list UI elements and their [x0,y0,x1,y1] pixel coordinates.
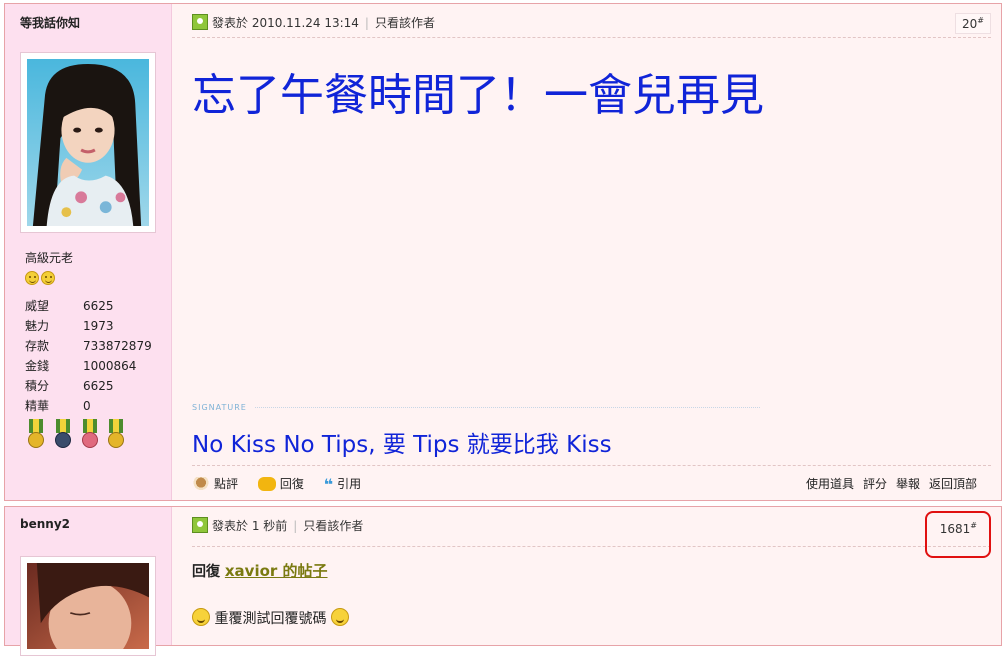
online-status-icon [192,517,208,533]
back-to-top-link[interactable]: 返回頂部 [929,477,977,491]
post-message: 忘了午餐時間了！一會兒再見 [192,70,764,121]
stat-label: 積分 [25,379,50,393]
smiley-icon [330,608,349,626]
stat-value: 1000864 [83,359,137,373]
stat-row: 精華 0 [25,396,165,416]
post-actions: 點評 回復 ❝ 引用 [192,475,377,494]
stat-value: 733872879 [83,339,152,353]
avatar-photo [27,59,149,226]
separator: | [293,519,298,533]
medal-icon[interactable] [105,419,127,451]
post-date: 發表於 2010.11.24 13:14 [212,16,359,30]
report-link[interactable]: 舉報 [896,477,920,491]
stat-label: 金錢 [25,359,50,373]
signature-divider [255,407,760,408]
use-item-link[interactable]: 使用道具 [806,477,854,491]
floor-highlight-annotation [925,511,991,558]
medal-icon[interactable] [79,419,101,451]
stat-row: 積分 6625 [25,376,165,396]
author-sidebar: 等我話你知 高級元老 威望 6625 魅力 1973 存款 733872879 … [5,4,172,500]
post-date: 發表於 1 秒前 [212,519,288,533]
stat-label: 存款 [25,339,50,353]
post-message: 重覆測試回覆號碼 [192,608,349,628]
smiley-icon [25,271,39,285]
avatar[interactable] [20,556,156,656]
rate-comment-label: 點評 [214,477,239,491]
divider [192,37,991,38]
signature-text: No Kiss No Tips, 要 Tips 就要比我 Kiss [192,432,612,458]
medal-icon[interactable] [25,419,47,451]
signature-label: SIGNATURE [192,403,247,412]
user-rank: 高級元老 [25,251,74,265]
divider [192,546,991,547]
reply-button[interactable]: 回復 [257,477,304,491]
online-status-icon [192,14,208,30]
divider [192,465,991,466]
user-stats: 威望 6625 魅力 1973 存款 733872879 金錢 1000864 積分 66… [25,296,165,416]
quote-button[interactable]: ❝ 引用 [323,475,362,494]
only-author-link[interactable]: 只看該作者 [303,519,363,533]
post-message-text: 重覆測試回覆號碼 [214,611,327,627]
rate-comment-button[interactable]: 點評 [192,477,238,491]
post-1681: benny2 發表於 1 秒前 | 只看該作者 1681# 回復 xavior … [4,506,1002,656]
stat-label: 威望 [25,299,50,313]
stat-value: 6625 [83,379,114,393]
reply-prefix: 回復 [192,564,220,580]
medal-icon[interactable] [52,419,74,451]
stat-row: 魅力 1973 [25,316,165,336]
rate-link[interactable]: 評分 [863,477,887,491]
post-tools: 使用道具 評分 舉報 返回頂部 [797,475,977,492]
quote-icon: ❝ [323,475,334,494]
stat-row: 威望 6625 [25,296,165,316]
reply-target-link[interactable]: xavior 的帖子 [225,562,328,580]
smiley-icon [41,271,55,285]
only-author-link[interactable]: 只看該作者 [375,16,435,30]
stat-value: 1973 [83,319,114,333]
separator: | [364,16,369,30]
rank-stars [25,271,57,288]
author-name[interactable]: 等我話你知 [20,14,80,31]
reply-quote-line: 回復 xavior 的帖子 [192,560,328,581]
floor-value: 20 [962,17,978,31]
stat-value: 0 [83,399,91,413]
floor-hash: # [977,16,984,25]
post-20: 等我話你知 高級元老 威望 6625 魅力 1973 存款 733872879 … [4,3,1002,501]
avatar[interactable] [20,52,156,233]
stat-row: 存款 733872879 [25,336,165,356]
reply-label: 回復 [279,477,304,491]
smiley-icon [192,608,210,626]
coffee-cup-icon [192,477,210,491]
stat-label: 魅力 [25,319,50,333]
post-header: 發表於 1 秒前 | 只看該作者 [192,517,363,534]
speech-bubble-icon [257,477,276,491]
stat-value: 6625 [83,299,114,313]
author-name[interactable]: benny2 [20,517,70,531]
avatar-photo [27,563,149,649]
author-sidebar: benny2 [5,507,172,656]
quote-label: 引用 [337,477,362,491]
stat-label: 精華 [25,399,50,413]
floor-number[interactable]: 20# [955,13,991,34]
post-header: 發表於 2010.11.24 13:14 | 只看該作者 [192,14,435,31]
stat-row: 金錢 1000864 [25,356,165,376]
medal-list [25,419,128,454]
